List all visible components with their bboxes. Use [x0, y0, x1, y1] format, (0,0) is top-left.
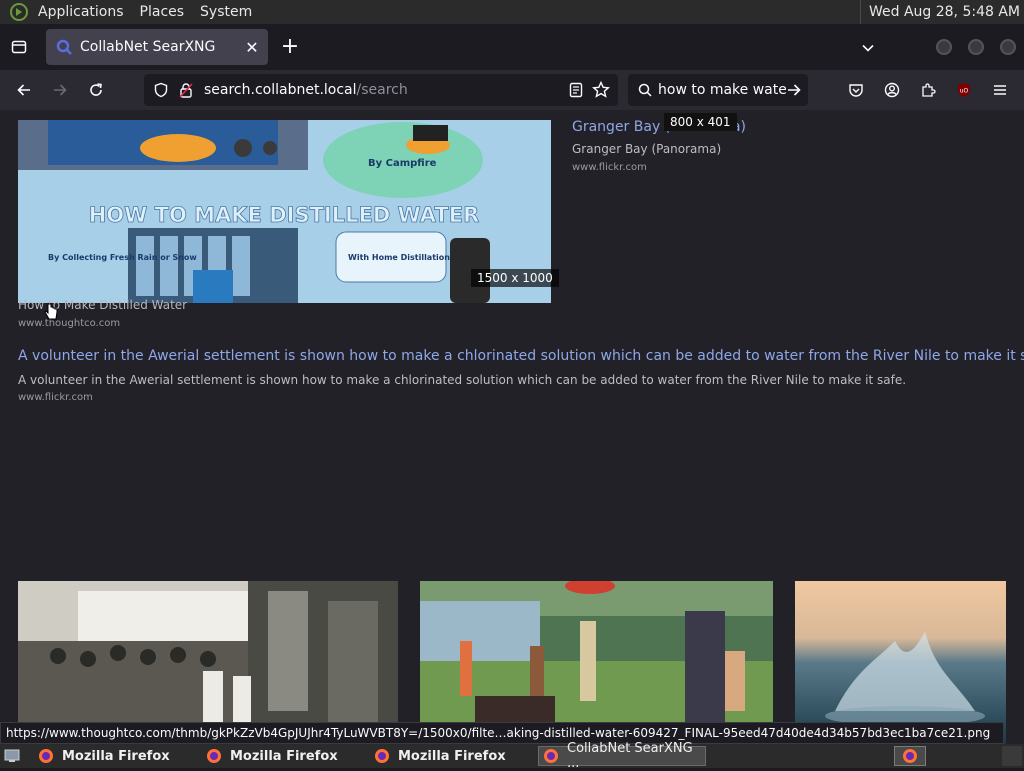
pocket-icon[interactable] [844, 78, 868, 102]
navigation-toolbar: search.collabnet.local/search how to mak… [0, 70, 1024, 110]
svg-text:uO: uO [960, 88, 969, 95]
close-tab-icon[interactable]: ✕ [240, 35, 264, 59]
granger-bay-description: Granger Bay (Panorama) [572, 142, 722, 156]
workspace-switcher[interactable] [1002, 746, 1022, 766]
hand-pointer-cursor-icon [44, 303, 58, 321]
granger-bay-source[interactable]: www.flickr.com [572, 162, 647, 173]
label-rain: By Collecting Fresh Rain or Snow [48, 253, 197, 262]
places-menu[interactable]: Places [136, 4, 189, 20]
search-input[interactable]: how to make water [658, 82, 786, 98]
back-arrow-icon[interactable] [12, 78, 36, 102]
search-bar[interactable]: how to make water [628, 74, 808, 106]
lock-warning-icon[interactable] [178, 82, 194, 98]
bottom-taskbar: Mozilla Firefox Mozilla Firefox Mozilla … [0, 741, 1024, 771]
volunteer-result-source[interactable]: www.flickr.com [18, 392, 93, 403]
extensions-puzzle-icon[interactable] [916, 78, 940, 102]
thumbnail-historic-crowd[interactable] [18, 581, 398, 744]
firefox-icon [374, 748, 390, 764]
granger-resolution-tooltip: 800 x 401 [664, 113, 737, 131]
infographic-title: HOW TO MAKE DISTILLED WATER [89, 203, 480, 227]
tab-title: CollabNet SearXNG [80, 39, 216, 55]
taskbar-item-label: Mozilla Firefox [62, 748, 170, 764]
close-window-button[interactable] [1000, 39, 1016, 55]
taskbar-firefox-3[interactable]: Mozilla Firefox [374, 746, 534, 766]
hamburger-menu-icon[interactable] [988, 78, 1012, 102]
label-campfire: By Campfire [368, 158, 437, 169]
tray-firefox-icon[interactable] [894, 746, 926, 766]
applications-menu[interactable]: Applications [34, 4, 128, 20]
hero-result-source[interactable]: www.thoughtco.com [18, 318, 120, 329]
firefox-icon [206, 748, 222, 764]
link-status-bar: https://www.thoughtco.com/thmb/gkPkZzVb4… [0, 722, 1004, 744]
firefox-view-icon[interactable] [8, 36, 30, 58]
maximize-window-button[interactable] [968, 39, 984, 55]
url-bar[interactable]: search.collabnet.local/search [144, 74, 618, 106]
url-path: /search [356, 82, 408, 98]
minimize-window-button[interactable] [936, 39, 952, 55]
taskbar-item-label: Mozilla Firefox [230, 748, 338, 764]
system-menu[interactable]: System [196, 4, 256, 20]
distro-logo-icon[interactable] [8, 1, 30, 23]
account-icon[interactable] [880, 78, 904, 102]
tab-collabnet-searxng[interactable]: CollabNet SearXNG ✕ [46, 29, 268, 65]
bookmark-star-icon[interactable] [588, 81, 614, 99]
forward-arrow-icon[interactable] [48, 78, 72, 102]
firefox-icon [38, 748, 54, 764]
volunteer-result-description: A volunteer in the Awerial settlement is… [18, 373, 907, 387]
ublock-origin-icon[interactable]: uO [952, 78, 976, 102]
page-content: By Campfire HOW TO MAKE DISTILLED WATER … [0, 110, 1024, 744]
searxng-favicon-icon [56, 39, 72, 55]
taskbar-item-label: Mozilla Firefox [398, 748, 506, 764]
volunteer-result-link[interactable]: A volunteer in the Awerial settlement is… [18, 348, 1024, 364]
firefox-icon [543, 748, 559, 764]
search-icon [638, 83, 652, 97]
url-text[interactable]: search.collabnet.local/search [204, 82, 564, 98]
taskbar-item-label: CollabNet SearXNG ... [567, 741, 693, 771]
reload-icon[interactable] [84, 78, 108, 102]
clock[interactable]: Wed Aug 28, 5:48 AM [859, 0, 1020, 24]
top-panel: Applications Places System Wed Aug 28, 5… [0, 0, 1024, 24]
hero-resolution-badge: 1500 x 1000 [471, 269, 559, 287]
reader-view-icon[interactable] [564, 82, 588, 98]
thumbnail-water-splash[interactable] [795, 581, 1006, 744]
search-go-arrow-icon[interactable] [786, 82, 802, 98]
taskbar-firefox-1[interactable]: Mozilla Firefox [38, 746, 198, 766]
thumbnail-seurat-painting[interactable] [420, 581, 773, 744]
taskbar-firefox-2[interactable]: Mozilla Firefox [206, 746, 366, 766]
chevron-down-icon[interactable] [856, 36, 880, 60]
tab-strip: CollabNet SearXNG ✕ + [0, 24, 1024, 70]
taskbar-collabnet-searxng[interactable]: CollabNet SearXNG ... [538, 741, 706, 771]
url-host: search.collabnet.local [204, 82, 357, 98]
new-tab-button[interactable]: + [278, 36, 302, 60]
show-desktop-icon[interactable] [0, 744, 24, 768]
tracking-shield-icon[interactable] [152, 82, 170, 98]
